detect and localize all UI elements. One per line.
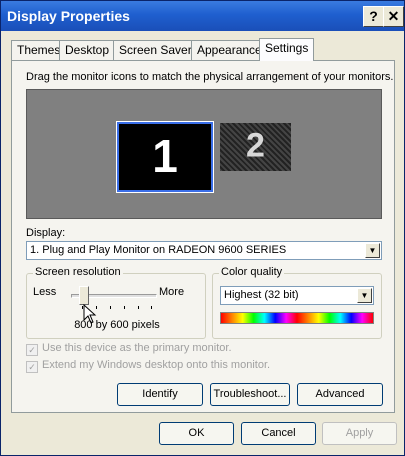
- color-quality-value: Highest (32 bit): [224, 289, 299, 301]
- slider-tick: [110, 306, 111, 309]
- troubleshoot-button[interactable]: Troubleshoot...: [210, 383, 290, 406]
- screen-resolution-label: Screen resolution: [33, 266, 123, 278]
- checkbox-checked-icon[interactable]: ✓: [26, 361, 38, 373]
- monitor-2-icon[interactable]: 2: [220, 123, 291, 171]
- less-label: Less: [33, 286, 57, 298]
- close-button[interactable]: ✕: [383, 6, 404, 27]
- display-properties-window: Display Properties ? ✕ Themes Desktop Sc…: [0, 0, 405, 456]
- resolution-value: 800 by 600 pixels: [74, 319, 160, 331]
- monitor-1-number: 1: [152, 129, 178, 182]
- color-quality-label: Color quality: [219, 266, 285, 278]
- slider-tick: [124, 306, 125, 309]
- resolution-slider-thumb[interactable]: [78, 286, 89, 305]
- advanced-button[interactable]: Advanced: [297, 383, 383, 406]
- checkbox-checked-icon[interactable]: ✓: [26, 344, 38, 356]
- color-spectrum-bar: [220, 312, 374, 324]
- instruction-text: Drag the monitor icons to match the phys…: [26, 71, 394, 83]
- slider-tick: [151, 306, 152, 309]
- display-label: Display:: [26, 227, 66, 239]
- primary-monitor-checkbox[interactable]: ✓ Use this device as the primary monitor.: [26, 342, 232, 356]
- chevron-down-icon[interactable]: ▼: [365, 243, 380, 258]
- tab-screen-saver[interactable]: Screen Saver: [113, 40, 198, 60]
- identify-button[interactable]: Identify: [117, 383, 203, 406]
- monitor-arrangement-area: 1 2: [26, 89, 382, 219]
- chevron-down-icon[interactable]: ▼: [357, 288, 372, 303]
- tab-settings[interactable]: Settings: [259, 38, 315, 61]
- more-label: More: [159, 286, 185, 298]
- title-bar[interactable]: Display Properties ? ✕: [1, 1, 404, 31]
- monitor-1-icon[interactable]: 1: [116, 121, 214, 193]
- settings-panel: Drag the monitor icons to match the phys…: [11, 60, 395, 413]
- apply-button[interactable]: Apply: [322, 422, 397, 445]
- color-quality-group: Color quality Highest (32 bit) ▼: [212, 266, 382, 339]
- extend-desktop-label: Extend my Windows desktop onto this moni…: [42, 359, 271, 371]
- cancel-button[interactable]: Cancel: [241, 422, 316, 445]
- primary-monitor-label: Use this device as the primary monitor.: [42, 342, 232, 354]
- extend-desktop-checkbox[interactable]: ✓ Extend my Windows desktop onto this mon…: [26, 359, 270, 373]
- tab-desktop[interactable]: Desktop: [59, 40, 116, 60]
- display-dropdown[interactable]: 1. Plug and Play Monitor on RADEON 9600 …: [26, 241, 382, 260]
- window-title: Display Properties: [7, 8, 130, 24]
- slider-tick: [138, 306, 139, 309]
- color-quality-dropdown[interactable]: Highest (32 bit) ▼: [220, 286, 374, 305]
- tab-appearance[interactable]: Appearance: [191, 40, 268, 60]
- monitor-2-number: 2: [246, 126, 265, 165]
- display-dropdown-value: 1. Plug and Play Monitor on RADEON 9600 …: [30, 244, 287, 256]
- help-button[interactable]: ?: [363, 6, 384, 27]
- ok-button[interactable]: OK: [159, 422, 234, 445]
- screen-resolution-group: Screen resolution Less More 800 by 600 p…: [26, 266, 206, 339]
